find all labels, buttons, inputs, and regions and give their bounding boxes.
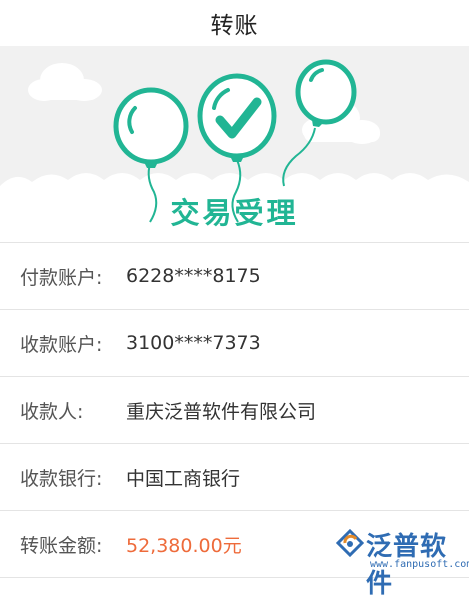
watermark: 泛普软件 www.fanpusoft.com — [336, 523, 469, 599]
top-bar: 转账 — [0, 0, 469, 46]
watermark-url: www.fanpusoft.com — [370, 559, 469, 570]
row-label: 收款银行: — [20, 467, 103, 490]
row-payee-bank: 收款银行: 中国工商银行 — [0, 444, 469, 511]
cloud-left-icon — [28, 63, 102, 101]
balloon-left-icon — [113, 87, 189, 168]
page-title: 转账 — [210, 13, 259, 39]
row-label: 收款人: — [20, 400, 84, 423]
row-label: 收款账户: — [20, 333, 103, 356]
row-value: 中国工商银行 — [126, 467, 241, 490]
row-label: 转账金额: — [20, 534, 103, 557]
row-payee-account: 收款账户: 3100****7373 — [0, 310, 469, 377]
row-value: 6228****8175 — [126, 265, 261, 287]
row-payee-name: 收款人: 重庆泛普软件有限公司 — [0, 377, 469, 444]
balloon-check-icon — [197, 73, 277, 162]
amount-value: 52,380.00元 — [126, 534, 242, 557]
fanpu-logo-icon — [336, 529, 364, 557]
row-payer-account: 付款账户: 6228****8175 — [0, 243, 469, 310]
row-value: 重庆泛普软件有限公司 — [126, 400, 317, 423]
transaction-status: 交易受理 — [170, 196, 299, 230]
row-label: 付款账户: — [20, 266, 103, 289]
row-value: 3100****7373 — [126, 332, 261, 354]
